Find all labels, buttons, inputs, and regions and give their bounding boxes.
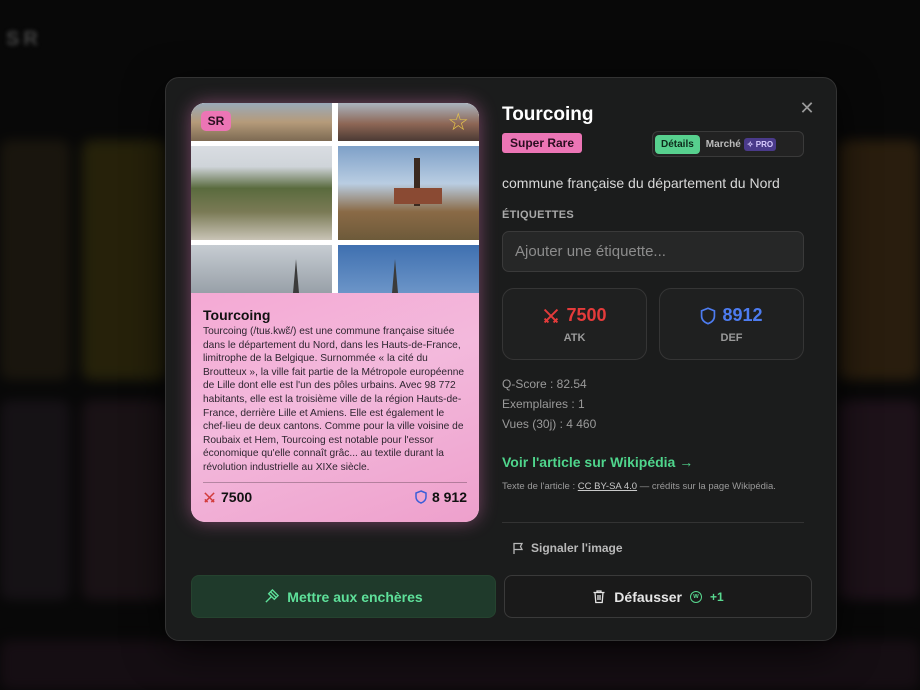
rarity-label: Super Rare xyxy=(502,133,583,153)
tag-input[interactable] xyxy=(502,231,804,272)
photo-church-grey xyxy=(191,245,332,293)
background-app-title: SR xyxy=(6,28,42,50)
def-value: 8912 xyxy=(722,305,763,325)
qscore: Q-Score : 82.54 xyxy=(502,377,587,391)
discard-button[interactable]: Défausser w +1 xyxy=(504,575,812,618)
tab-market[interactable]: Marché ✧ PRO xyxy=(705,137,777,151)
auction-button[interactable]: Mettre aux enchères xyxy=(191,575,496,618)
view-tabs: Détails Marché ✧ PRO xyxy=(652,131,804,157)
card-description: Tourcoing (/tuʁ.kwɛ̃/) est une commune f… xyxy=(203,326,465,473)
card-atk: 7500 xyxy=(203,489,252,505)
atk-value: 7500 xyxy=(566,305,607,325)
shield-icon xyxy=(701,306,716,325)
tab-details[interactable]: Détails xyxy=(655,134,700,154)
card-def: 8 912 xyxy=(415,489,467,505)
card-preview: SR ☆ Tourcoing Tourcoing (/tuʁ.kwɛ̃/) es… xyxy=(191,103,479,522)
trash-icon xyxy=(593,590,605,604)
pro-badge: ✧ PRO xyxy=(743,137,777,151)
flag-icon xyxy=(513,542,524,554)
license-link[interactable]: CC BY-SA 4.0 xyxy=(578,481,637,492)
favorite-star-icon[interactable]: ☆ xyxy=(447,111,469,135)
license-note: Texte de l'article : CC BY-SA 4.0 — créd… xyxy=(502,481,776,492)
card-photo-collage: SR ☆ xyxy=(191,103,479,293)
report-image-button[interactable]: Signaler l'image xyxy=(512,541,623,555)
copies-count: Exemplaires : 1 xyxy=(502,397,585,411)
photo-chimney xyxy=(338,146,479,240)
photo-church-blue xyxy=(338,245,479,293)
card-body: Tourcoing Tourcoing (/tuʁ.kwɛ̃/) est une… xyxy=(191,293,479,522)
discard-label: Défausser xyxy=(614,588,682,605)
discard-reward: +1 xyxy=(710,589,724,604)
def-label: DEF xyxy=(720,332,743,344)
photo-park xyxy=(191,146,332,240)
card-subtitle: commune française du département du Nord xyxy=(502,175,780,191)
auction-label: Mettre aux enchères xyxy=(287,588,423,605)
card-title: Tourcoing xyxy=(203,307,271,323)
rarity-badge: SR xyxy=(201,111,231,131)
atk-label: ATK xyxy=(563,332,586,344)
divider xyxy=(502,522,804,523)
card-def-value: 8 912 xyxy=(431,489,467,505)
swords-icon xyxy=(544,308,559,323)
gavel-icon xyxy=(265,589,280,603)
close-icon[interactable]: ✕ xyxy=(799,99,815,117)
report-label: Signaler l'image xyxy=(531,541,623,555)
card-details-modal: SR ☆ Tourcoing Tourcoing (/tuʁ.kwɛ̃/) es… xyxy=(165,77,837,641)
card-name: Tourcoing xyxy=(502,104,594,125)
def-stat-box: 8912 DEF xyxy=(659,288,804,360)
coin-icon: w xyxy=(690,590,702,603)
shield-icon xyxy=(415,490,427,504)
atk-stat-box: 7500 ATK xyxy=(502,288,647,360)
tab-market-label: Marché xyxy=(705,138,741,150)
tags-heading: ÉTIQUETTES xyxy=(502,209,575,221)
views-count: Vues (30j) : 4 460 xyxy=(502,417,597,431)
card-atk-value: 7500 xyxy=(221,489,253,505)
swords-icon xyxy=(204,491,215,503)
wikipedia-link[interactable]: Voir l'article sur Wikipédia → xyxy=(502,454,693,470)
card-divider xyxy=(203,482,467,483)
